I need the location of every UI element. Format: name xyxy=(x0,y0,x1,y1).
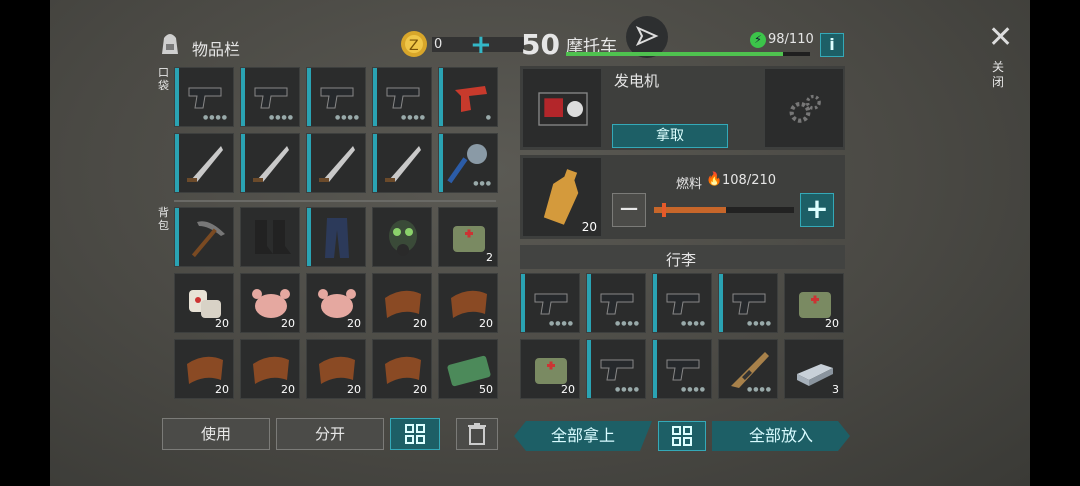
pocket-slot-machete[interactable] xyxy=(174,133,234,193)
luggage-title: 行李 xyxy=(666,251,697,269)
vehicle-durability-bar xyxy=(566,52,810,56)
close-label[interactable]: 关闭 xyxy=(992,60,1006,90)
split-button[interactable]: 分开 xyxy=(276,418,384,450)
fuel-bottle-icon xyxy=(543,169,579,225)
fuel-label: 燃料 xyxy=(676,177,703,192)
gas-mask-icon xyxy=(389,220,417,256)
luggage-slot-pistol[interactable]: ●●●● xyxy=(586,273,646,333)
fuel-slider-handle[interactable] xyxy=(662,203,666,217)
pocket-slot-pistol[interactable]: ●●●● xyxy=(372,67,432,127)
generator-slot[interactable] xyxy=(522,68,602,148)
luggage-slot-medkit-bag[interactable]: 20 xyxy=(520,339,580,399)
backpack-slot-leather[interactable]: 20 xyxy=(372,339,432,399)
generator-icon xyxy=(538,92,588,126)
grid-icon xyxy=(405,424,425,444)
generator-name: 发电机 xyxy=(614,72,660,90)
pocket-slot-machete[interactable] xyxy=(306,133,366,193)
svg-text:Z: Z xyxy=(409,38,419,54)
luggage-slot-pistol[interactable]: ●●●● xyxy=(652,273,712,333)
luggage-slot-pistol[interactable]: ●●●● xyxy=(586,339,646,399)
coin-icon: Z xyxy=(400,30,428,62)
backpack-slot-gas-mask[interactable] xyxy=(372,207,432,267)
put-all-button[interactable]: 全部放入 xyxy=(712,421,850,451)
pocket-label: 口袋 xyxy=(158,66,169,92)
vehicle-level: 50 xyxy=(521,28,560,61)
pocket-slot-pistol[interactable]: ●●●● xyxy=(174,67,234,127)
fuel-slider-track[interactable] xyxy=(654,203,794,217)
luggage-slot-metal-ingot[interactable]: 3 xyxy=(784,339,844,399)
backpack-slot-chicken[interactable]: 20 xyxy=(240,273,300,333)
vehicle-durability-fill xyxy=(566,52,784,56)
fuel-decrease-button[interactable]: − xyxy=(612,193,646,227)
backpack-icon xyxy=(158,30,182,56)
luggage-slot-pistol[interactable]: ●●●● xyxy=(652,339,712,399)
backpack-slot-leather[interactable]: 20 xyxy=(438,273,498,333)
lightning-icon: ⚡ xyxy=(750,32,766,48)
game-frame: 物品栏 Z 0 + 口袋 背包 ●●●● ●●●● ●●●● ●●●● ● ●●… xyxy=(0,0,1080,486)
machete-icon xyxy=(187,146,223,182)
pocket-slot-pistol[interactable]: ●●●● xyxy=(240,67,300,127)
settings-slot[interactable] xyxy=(764,68,844,148)
inventory-screen: 物品栏 Z 0 + 口袋 背包 ●●●● ●●●● ●●●● ●●●● ● ●●… xyxy=(50,0,1030,486)
backpack-label: 背包 xyxy=(158,206,169,232)
trash-button[interactable] xyxy=(456,418,498,450)
boots-icon xyxy=(255,220,291,254)
luggage-slot-rifle[interactable]: ●●●● xyxy=(718,339,778,399)
luggage-slot-medkit-bag[interactable]: 20 xyxy=(784,273,844,333)
close-icon[interactable]: ✕ xyxy=(988,20,1013,55)
pickaxe-icon xyxy=(191,221,225,258)
backpack-slot-leather[interactable]: 20 xyxy=(306,339,366,399)
info-button[interactable]: i xyxy=(820,33,844,57)
luggage-slot-pistol[interactable]: ●●●● xyxy=(718,273,778,333)
grid-icon xyxy=(672,426,692,446)
use-button[interactable]: 使用 xyxy=(162,418,270,450)
inventory-title: 物品栏 xyxy=(192,40,241,59)
pocket-slot-saw-mace[interactable]: ●●● xyxy=(438,133,498,193)
backpack-slot-pickaxe[interactable] xyxy=(174,207,234,267)
machete-icon xyxy=(253,146,289,182)
luggage-sort-button[interactable] xyxy=(658,421,706,451)
backpack-slot-leather[interactable]: 20 xyxy=(174,339,234,399)
pocket-slot-machete[interactable] xyxy=(240,133,300,193)
backpack-slot-leather[interactable]: 20 xyxy=(372,273,432,333)
luggage-slot-pistol[interactable]: ●●●● xyxy=(520,273,580,333)
backpack-slot-bandage[interactable]: 20 xyxy=(174,273,234,333)
backpack-slot-chicken[interactable]: 20 xyxy=(306,273,366,333)
machete-icon xyxy=(385,146,421,182)
trash-icon xyxy=(468,423,486,445)
pocket-slot-machete[interactable] xyxy=(372,133,432,193)
pocket-slot-flare-gun[interactable]: ● xyxy=(438,67,498,127)
flame-icon: 🔥 xyxy=(706,172,723,187)
take-button[interactable]: 拿取 xyxy=(612,124,728,148)
fuel-item-slot[interactable]: 20 xyxy=(522,157,602,237)
backpack-slot-boots[interactable] xyxy=(240,207,300,267)
backpack-slot-pants[interactable] xyxy=(306,207,366,267)
add-coins-button[interactable]: + xyxy=(470,30,492,60)
sort-grid-button[interactable] xyxy=(390,418,440,450)
vehicle-durability: 98/110 xyxy=(768,32,814,47)
backpack-slot-ration-coupon[interactable]: 50 xyxy=(438,339,498,399)
pants-icon xyxy=(325,218,349,258)
fuel-value: 108/210 xyxy=(722,173,777,188)
backpack-slot-leather[interactable]: 20 xyxy=(240,339,300,399)
take-all-button[interactable]: 全部拿上 xyxy=(514,421,652,451)
backpack-slot-medkit-bag[interactable]: 2 xyxy=(438,207,498,267)
fuel-increase-button[interactable]: + xyxy=(800,193,834,227)
gear-icon xyxy=(789,94,821,123)
pocket-slot-pistol[interactable]: ●●●● xyxy=(306,67,366,127)
machete-icon xyxy=(319,146,355,182)
section-divider xyxy=(174,200,496,202)
